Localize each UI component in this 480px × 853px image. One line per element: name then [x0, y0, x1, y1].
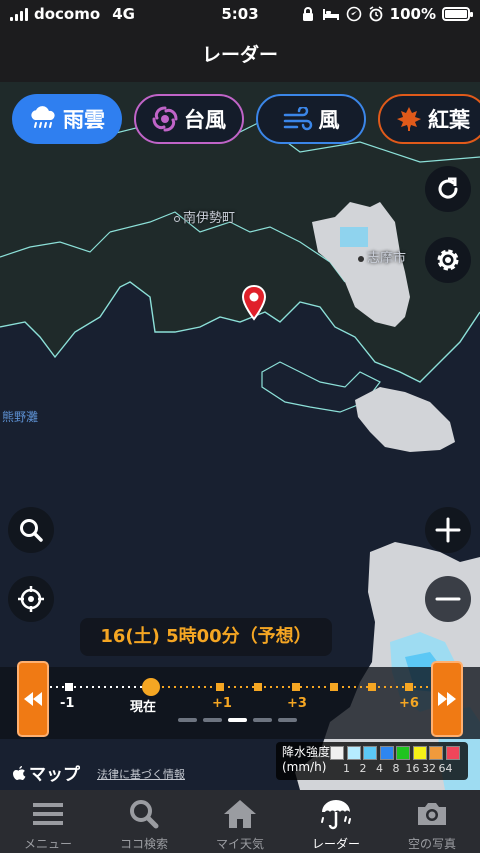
minus-icon: [435, 597, 461, 601]
battery-percent: 100%: [389, 5, 436, 23]
legend-swatch: [429, 746, 443, 760]
apple-maps-attribution: マップ: [12, 760, 80, 785]
tab-label: レーダー: [311, 837, 360, 851]
plus-icon: [435, 517, 461, 543]
rain-cloud-icon: [31, 106, 55, 128]
timeline-tick: +1: [212, 696, 232, 711]
tab-my-weather[interactable]: マイ天気: [192, 790, 288, 853]
timeline-tick: +6: [399, 696, 419, 711]
page-title: レーダー: [0, 28, 480, 82]
battery-icon: [442, 7, 473, 21]
layer-chip-label: 雨雲: [63, 108, 105, 132]
tab-label: メニュー: [23, 837, 72, 851]
timeline-tick: +3: [287, 696, 307, 711]
page-dot: [203, 718, 222, 722]
refresh-icon: [438, 177, 458, 199]
refresh-button[interactable]: [425, 166, 471, 212]
layer-chip-typhoon[interactable]: 台風: [134, 94, 244, 144]
tab-label: ココ検索: [119, 837, 168, 851]
crosshair-icon: [18, 586, 44, 612]
legend-swatch: [379, 746, 394, 760]
menu-icon: [33, 803, 63, 825]
place-label-minamiise: 南伊勢町: [174, 207, 235, 226]
timeline-tick: -1: [60, 696, 75, 711]
orientation-lock-icon: [302, 7, 313, 21]
layer-chip-label: 風: [318, 108, 340, 132]
tab-search[interactable]: ココ検索: [96, 790, 192, 853]
tab-radar[interactable]: レーダー: [288, 790, 384, 853]
location-icon: [346, 6, 361, 22]
gear-icon: [437, 249, 459, 271]
home-icon: [224, 800, 256, 828]
legend-swatch: [396, 746, 410, 760]
tab-label: 空の写真: [407, 837, 456, 851]
tab-menu[interactable]: メニュー: [0, 790, 96, 853]
legend-swatch: [346, 746, 361, 760]
tab-label: マイ天気: [215, 837, 264, 851]
settings-button[interactable]: [425, 237, 471, 283]
legend-swatch: [412, 746, 427, 760]
search-icon: [20, 519, 43, 542]
tab-sky-photos[interactable]: 空の写真: [384, 790, 480, 853]
precipitation-legend: 降水強度 (mm/h) 1 2 4 8 16 32 64: [276, 742, 468, 780]
page-dot: [278, 718, 297, 722]
zoom-in-button[interactable]: [425, 507, 471, 553]
apple-logo-icon: [13, 765, 26, 780]
zoom-out-button[interactable]: [425, 576, 471, 622]
layer-chip-autumn-leaves[interactable]: 紅葉: [378, 94, 480, 144]
wind-icon: [283, 107, 312, 131]
layer-chip-rain[interactable]: 雨雲: [12, 94, 122, 144]
legend-swatch: [445, 746, 460, 760]
layer-chip-label: 台風: [184, 108, 226, 132]
current-location-button[interactable]: [8, 576, 54, 622]
legend-swatch: [330, 746, 344, 760]
search-icon: [130, 800, 159, 829]
legend-value: 64: [438, 762, 453, 775]
alarm-icon: [369, 6, 383, 22]
timeline-slider[interactable]: -1 現在 +1 +3 +6: [0, 661, 480, 739]
sea-label: 熊野灘: [2, 410, 39, 424]
page-dot: [228, 718, 247, 722]
location-pin-icon[interactable]: [241, 285, 267, 321]
radar-umbrella-icon: [321, 800, 351, 830]
legend-title: 降水強度 (mm/h): [282, 745, 331, 774]
layer-chip-label: 紅葉: [428, 108, 470, 132]
place-label-shima: 志摩市: [358, 247, 406, 266]
page-dot: [178, 718, 197, 722]
status-bar: docomo 4G 5:03 100%: [0, 0, 480, 28]
page-dot: [253, 718, 272, 722]
radar-map[interactable]: 雨雲 台風 風 紅葉 南伊勢町 志摩市 熊野灘 16(土) 5時00分（予想） …: [0, 82, 480, 790]
layer-chip-wind[interactable]: 風: [256, 94, 366, 144]
tab-bar: メニュー ココ検索 マイ天気 レーダー 空の写真: [0, 790, 480, 853]
legend-swatch: [363, 746, 377, 760]
maple-leaf-icon: [397, 107, 421, 131]
bed-icon: [322, 9, 339, 20]
typhoon-icon: [152, 106, 178, 132]
legal-info-link[interactable]: 法律に基づく情報: [97, 766, 185, 782]
camera-icon: [418, 803, 446, 825]
search-button[interactable]: [8, 507, 54, 553]
forecast-time-label: 16(土) 5時00分（予想）: [80, 618, 332, 656]
timeline-tick-now: 現在: [130, 700, 157, 715]
